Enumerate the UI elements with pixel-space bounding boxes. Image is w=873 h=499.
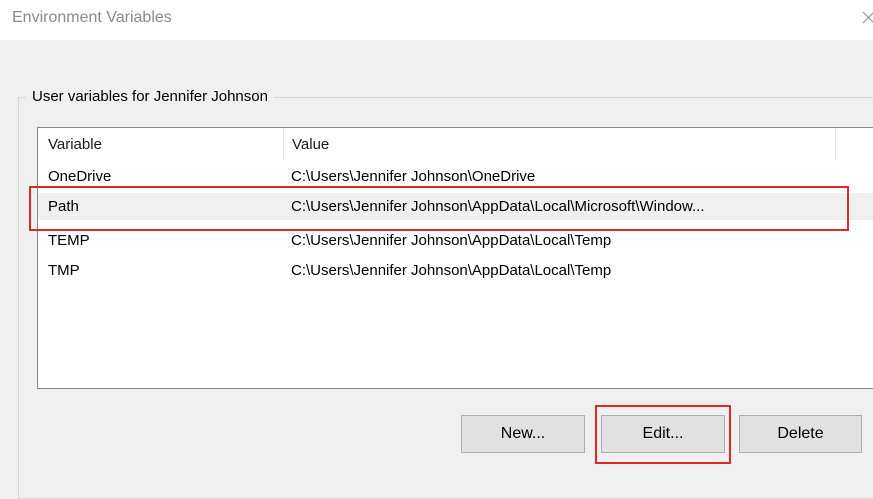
new-button[interactable]: New... <box>461 415 585 453</box>
variable-value: C:\Users\Jennifer Johnson\AppData\Local\… <box>291 198 705 215</box>
table-row-temp[interactable]: TEMP C:\Users\Jennifer Johnson\AppData\L… <box>38 227 873 254</box>
user-variables-group-label: User variables for Jennifer Johnson <box>26 88 274 105</box>
window-title: Environment Variables <box>12 9 172 26</box>
variable-value: C:\Users\Jennifer Johnson\AppData\Local\… <box>291 232 612 249</box>
column-header-variable[interactable]: Variable <box>48 128 102 160</box>
variable-name: TMP <box>48 262 80 279</box>
column-divider[interactable] <box>283 128 284 160</box>
edit-button[interactable]: Edit... <box>601 415 725 453</box>
list-header: Variable Value <box>38 128 873 160</box>
close-icon[interactable] <box>862 8 873 28</box>
table-row-tmp[interactable]: TMP C:\Users\Jennifer Johnson\AppData\Lo… <box>38 257 873 284</box>
variable-name: Path <box>48 198 79 215</box>
user-variables-list[interactable]: Variable Value OneDrive C:\Users\Jennife… <box>37 127 873 389</box>
table-row-onedrive[interactable]: OneDrive C:\Users\Jennifer Johnson\OneDr… <box>38 163 873 190</box>
variable-value: C:\Users\Jennifer Johnson\AppData\Local\… <box>291 262 612 279</box>
title-bar: Environment Variables <box>0 0 873 40</box>
column-header-value[interactable]: Value <box>292 128 329 160</box>
column-divider[interactable] <box>835 128 836 160</box>
variable-name: TEMP <box>48 232 90 249</box>
variable-name: OneDrive <box>48 168 112 185</box>
delete-button[interactable]: Delete <box>739 415 862 453</box>
table-row-path[interactable]: Path C:\Users\Jennifer Johnson\AppData\L… <box>38 193 873 220</box>
variable-value: C:\Users\Jennifer Johnson\OneDrive <box>291 168 536 185</box>
